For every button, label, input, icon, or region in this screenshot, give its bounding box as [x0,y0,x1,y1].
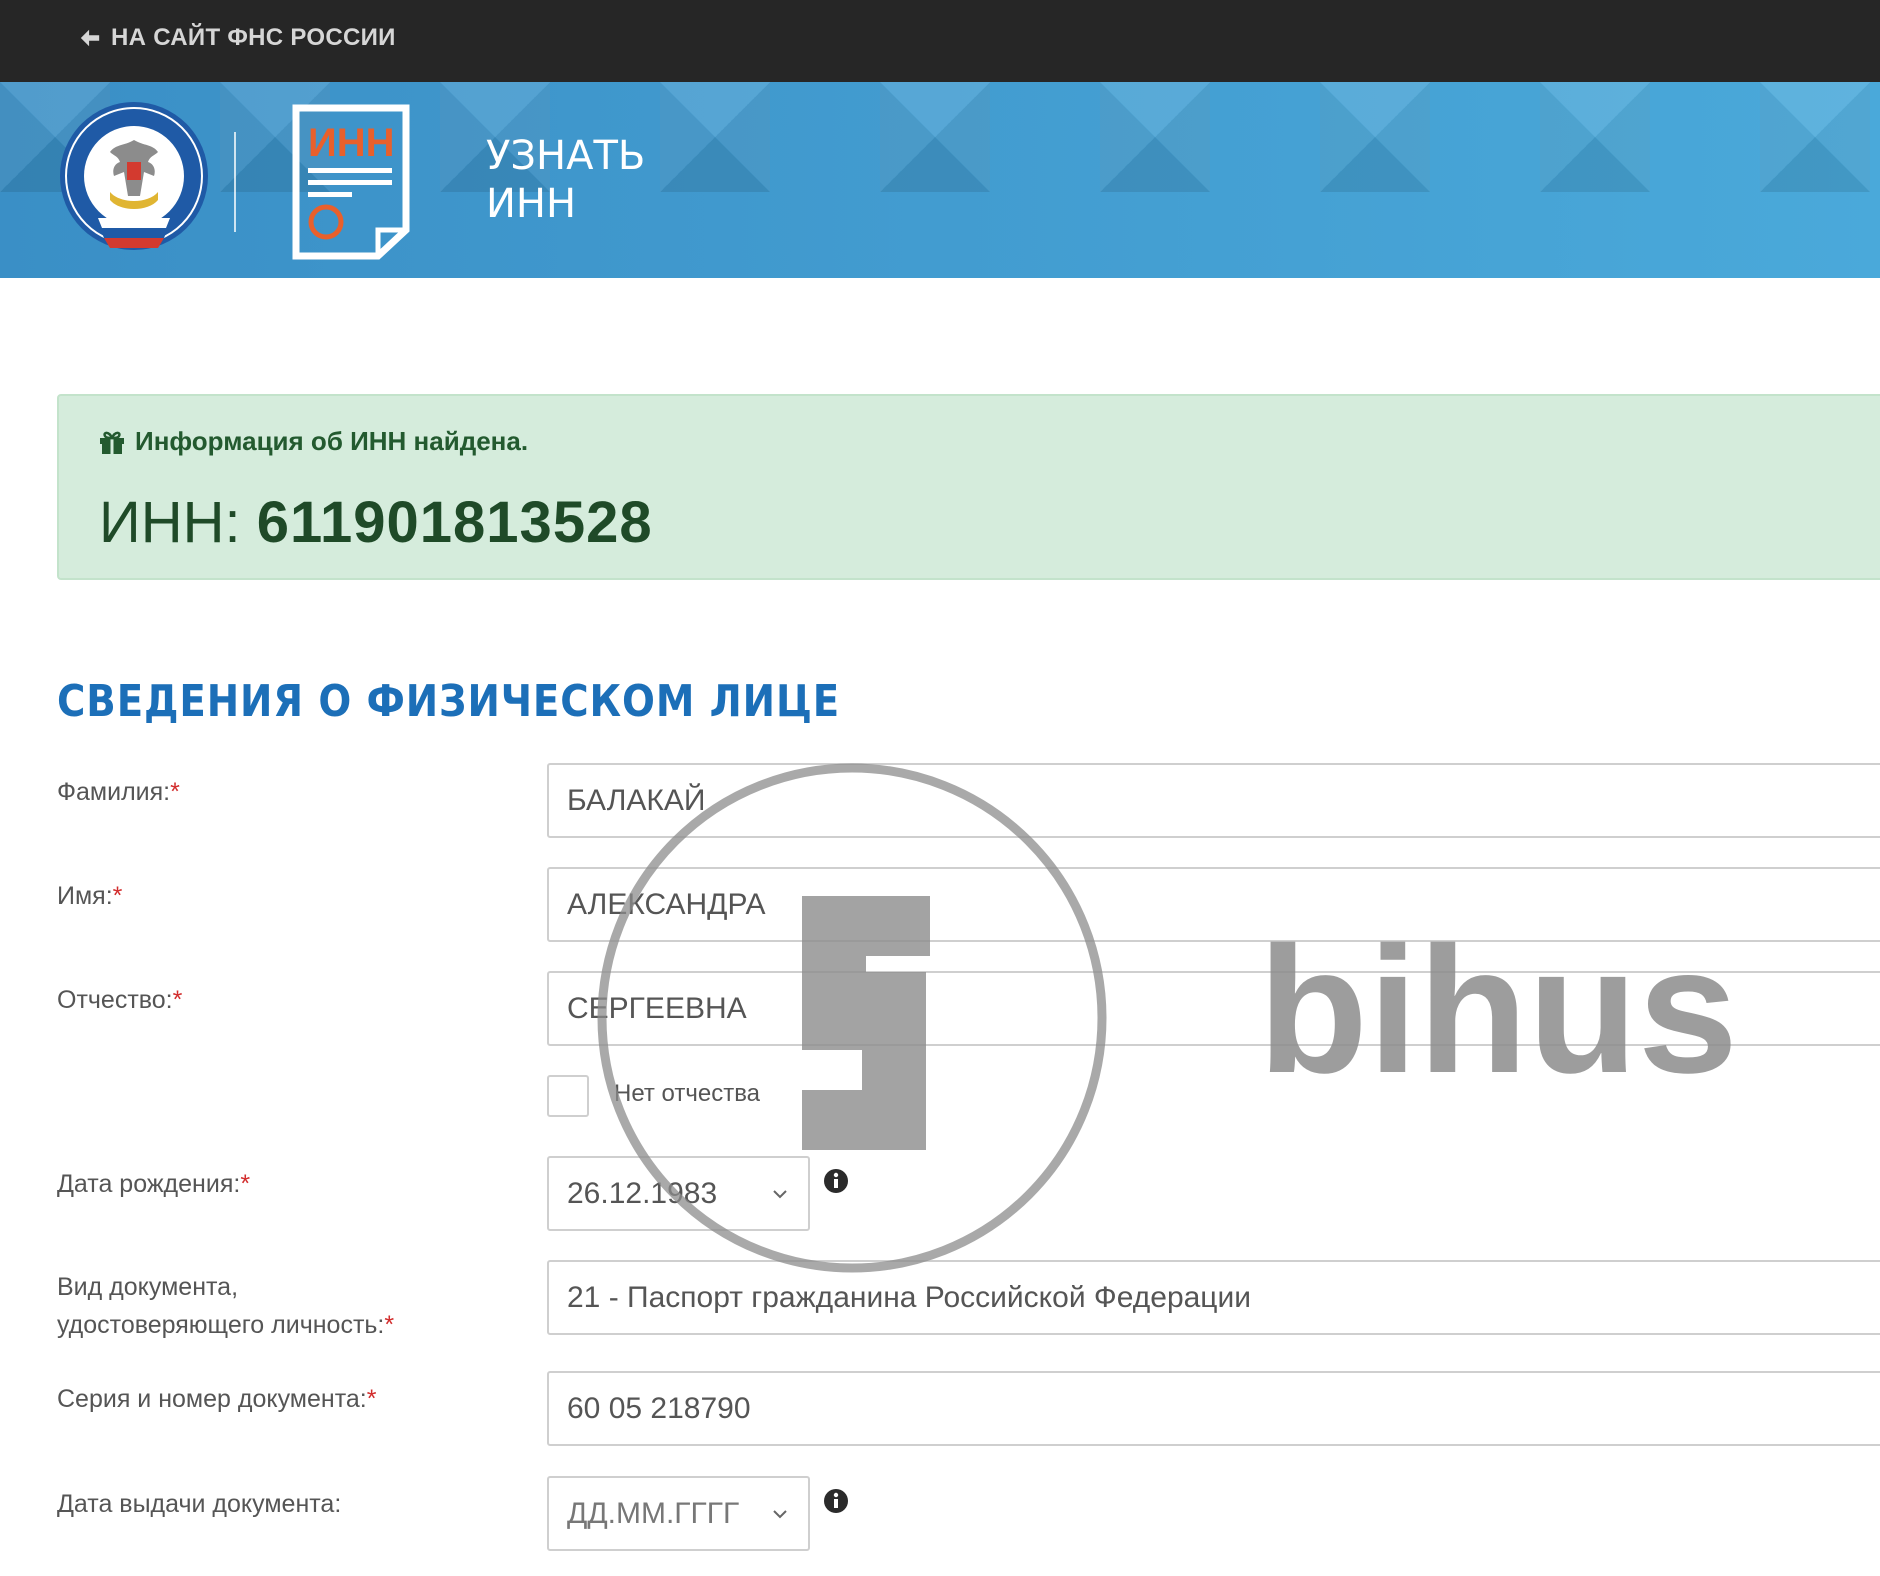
page: НА САЙТ ФНС РОССИИ ИНН УЗНАТЬ ИНН Информ… [0,0,1880,1576]
surname-label: Фамилия:* [57,778,180,806]
required-mark: * [170,778,180,806]
doc-type-value: 21 - Паспорт гражданина Российской Федер… [567,1280,1252,1314]
name-input-value: АЛЕКСАНДРА [567,887,766,921]
section-title: СВЕДЕНИЯ О ФИЗИЧЕСКОМ ЛИЦЕ [57,676,841,727]
no-patronymic-label[interactable]: Нет отчества [614,1080,760,1108]
doc-type-select[interactable]: 21 - Паспорт гражданина Российской Федер… [547,1260,1880,1335]
name-input[interactable]: АЛЕКСАНДРА [547,867,1880,942]
birth-date-label: Дата рождения:* [57,1170,251,1198]
back-link-label: НА САЙТ ФНС РОССИИ [111,24,396,51]
top-bar: НА САЙТ ФНС РОССИИ [0,0,1880,82]
patronymic-label: Отчество:* [57,986,183,1014]
alert-heading-text: Информация об ИНН найдена. [135,426,529,456]
required-mark: * [366,1385,377,1413]
inn-value: 611901813528 [256,490,653,555]
required-mark: * [384,1311,395,1339]
patronymic-input-value: СЕРГЕЕВНА [567,991,747,1025]
alert-heading: Информация об ИНН найдена. [99,426,528,457]
chevron-down-icon [773,1189,787,1198]
chevron-down-icon [773,1509,787,1518]
issue-date-label: Дата выдачи документа: [57,1490,342,1518]
patronymic-input[interactable]: СЕРГЕЕВНА [547,971,1880,1046]
header-divider [234,132,236,232]
inn-document-icon: ИНН [292,104,410,260]
required-mark: * [112,882,123,910]
inn-label: ИНН: [99,490,241,555]
surname-input-value: БАЛАКАЙ [567,783,706,817]
issue-date-placeholder: ДД.ММ.ГГГГ [567,1496,740,1530]
doc-type-label: Вид документа, удостоверяющего личность:… [57,1273,395,1339]
issue-date-info-icon[interactable] [823,1488,849,1514]
inn-result: ИНН: 611901813528 [99,488,653,558]
issue-date-picker[interactable]: ДД.ММ.ГГГГ [547,1476,810,1551]
birth-date-picker[interactable]: 26.12.1983 [547,1156,810,1231]
fns-emblem-logo[interactable] [58,100,210,260]
surname-input[interactable]: БАЛАКАЙ [547,763,1880,838]
header-title-line-2: ИНН [486,181,577,227]
birth-date-value: 26.12.1983 [567,1176,718,1210]
doc-number-value: 60 05 218790 [567,1391,751,1425]
required-mark: * [240,1170,251,1198]
back-to-fns-link[interactable]: НА САЙТ ФНС РОССИИ [79,24,396,52]
arrow-left-icon [80,29,100,47]
doc-number-label: Серия и номер документа:* [57,1385,377,1413]
header-title: УЗНАТЬ ИНН [486,132,645,228]
required-mark: * [172,986,183,1014]
header-title-line-1: УЗНАТЬ [486,133,646,179]
site-header: ИНН УЗНАТЬ ИНН [0,82,1880,278]
gift-icon [100,431,124,454]
doc-number-input[interactable]: 60 05 218790 [547,1371,1880,1446]
no-patronymic-checkbox[interactable] [547,1075,589,1117]
name-label: Имя:* [57,882,123,910]
inn-document-icon-label: ИНН [308,121,395,165]
birth-date-info-icon[interactable] [823,1168,849,1194]
inn-found-alert: Информация об ИНН найдена. ИНН: 61190181… [57,394,1880,580]
